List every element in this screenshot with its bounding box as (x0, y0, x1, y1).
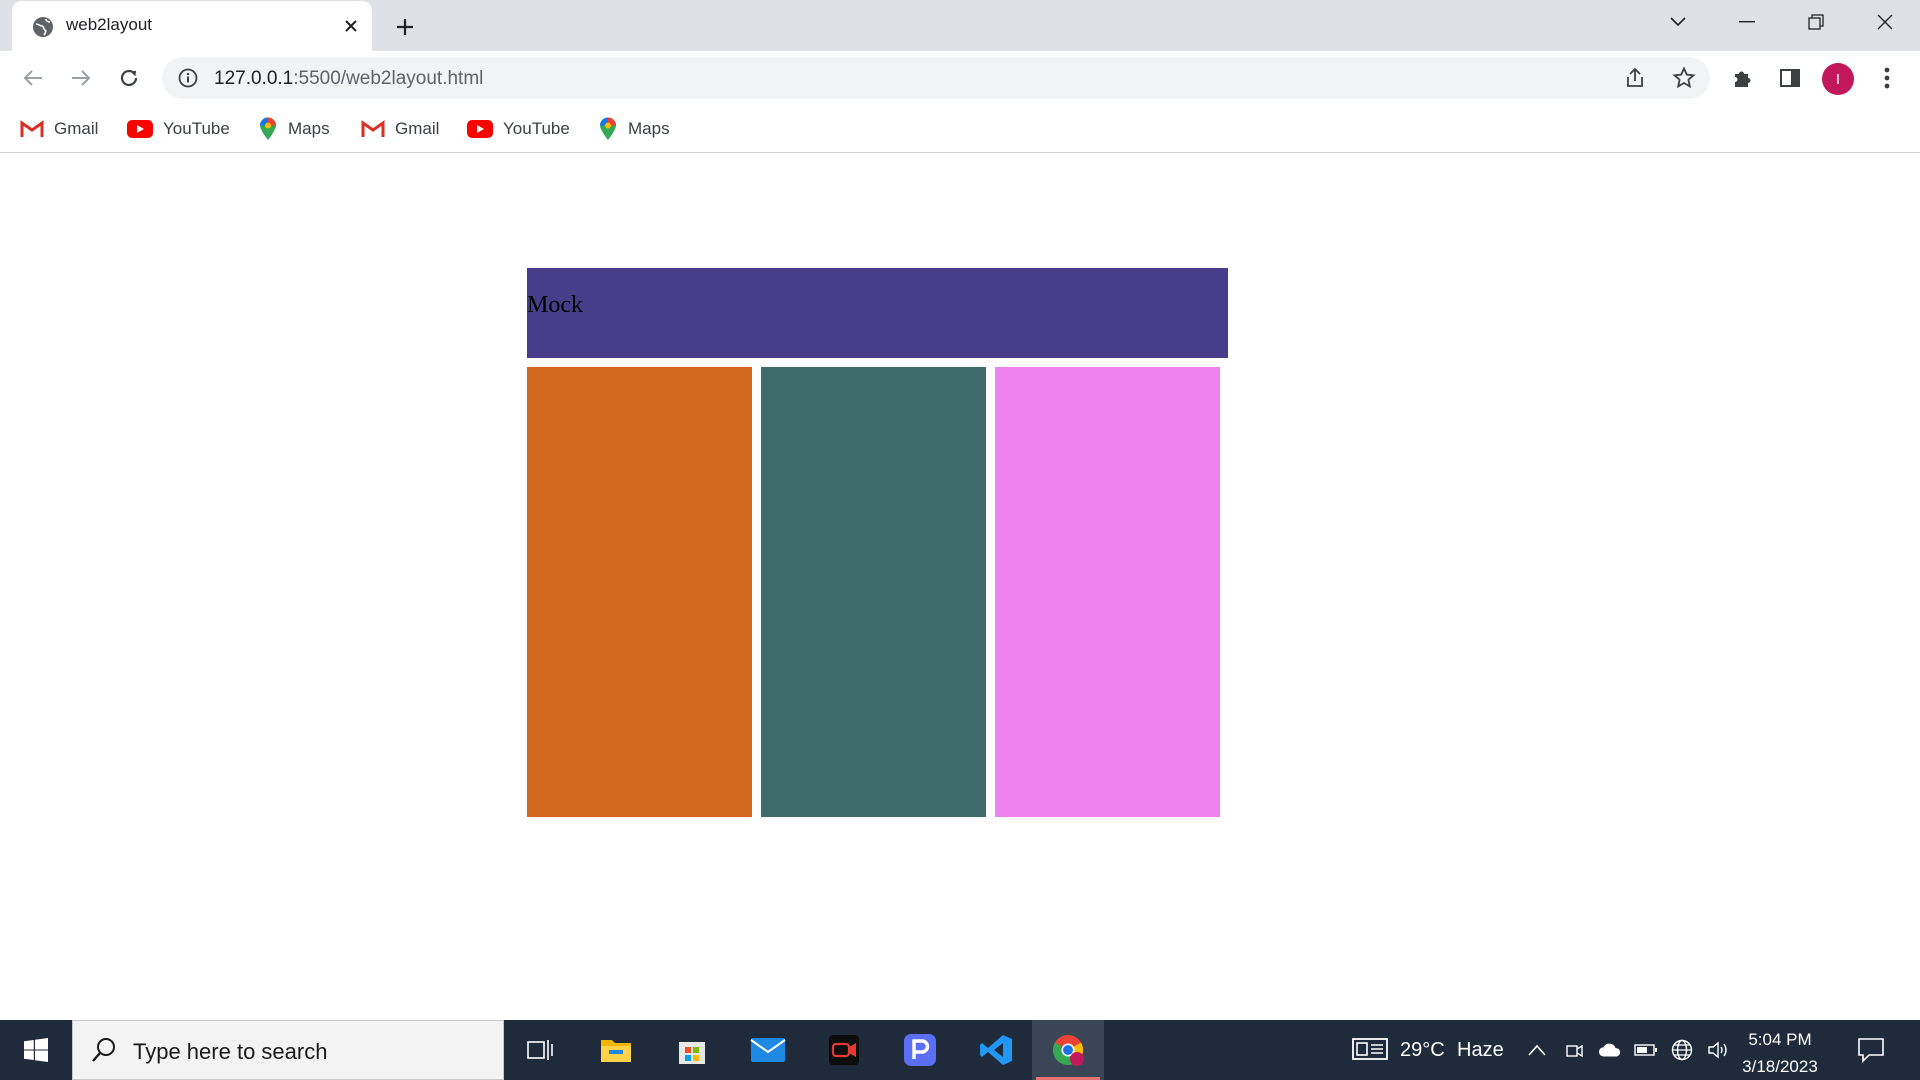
vscode-icon (980, 1035, 1012, 1065)
address-bar[interactable]: 127.0.0.1:5500/web2layout.html (162, 57, 1710, 99)
column-orange (527, 367, 752, 817)
gmail-icon (361, 120, 385, 137)
volume-icon[interactable] (1706, 1038, 1730, 1062)
mock-header: Mock (527, 268, 1228, 358)
column-violet (995, 367, 1220, 817)
p-app-icon (904, 1034, 936, 1066)
weather-condition[interactable]: Haze (1457, 1039, 1504, 1062)
gmail-icon (20, 120, 44, 137)
pin-app-button[interactable] (884, 1020, 956, 1080)
url-path: :5500/web2layout.html (293, 68, 484, 89)
minimize-button[interactable] (1713, 0, 1781, 44)
clock-time: 5:04 PM (1748, 1030, 1812, 1049)
tab-strip: web2layout (0, 0, 1920, 51)
mail-button[interactable] (732, 1020, 804, 1080)
back-arrow-icon[interactable] (16, 61, 50, 95)
file-explorer-button[interactable] (580, 1020, 652, 1080)
extensions-puzzle-icon[interactable] (1726, 61, 1760, 95)
mail-icon (750, 1038, 786, 1062)
tab-search-icon[interactable] (1644, 0, 1712, 44)
taskbar-search-box[interactable]: Type here to search (72, 1020, 504, 1080)
microsoft-store-button[interactable] (656, 1020, 728, 1080)
restore-button[interactable] (1782, 0, 1850, 44)
browser-toolbar: 127.0.0.1:5500/web2layout.html I (0, 51, 1920, 105)
browser-tab[interactable]: web2layout (12, 1, 372, 51)
taskbar-clock[interactable]: 5:04 PM 3/18/2023 (1730, 1026, 1830, 1080)
bookmark-maps[interactable]: Maps (258, 113, 330, 145)
bookmark-label: YouTube (163, 119, 230, 138)
folder-icon (601, 1040, 631, 1062)
url-text[interactable]: 127.0.0.1:5500/web2layout.html (214, 68, 483, 90)
bookmark-label: YouTube (503, 119, 570, 138)
windows-logo-icon (24, 1038, 48, 1062)
bookmark-gmail[interactable]: Gmail (20, 113, 98, 145)
vs-code-button[interactable] (960, 1020, 1032, 1080)
bookmark-youtube-2[interactable]: YouTube (467, 113, 570, 145)
page-viewport: Mock (0, 154, 1920, 1020)
bookmark-youtube[interactable]: YouTube (127, 113, 230, 145)
task-view-icon (527, 1040, 553, 1060)
store-icon (679, 1042, 705, 1064)
bookmark-maps-2[interactable]: Maps (598, 113, 670, 145)
bookmarks-bar: Gmail YouTube Maps Gmail YouTube Maps (0, 105, 1920, 153)
search-icon (91, 1037, 117, 1068)
maps-pin-icon (260, 117, 276, 140)
windows-taskbar: Type here to search 29°C Haze 5:04 PM 3/… (0, 1020, 1920, 1080)
chevron-up-icon[interactable] (1525, 1038, 1549, 1062)
recorder-icon (829, 1035, 859, 1065)
profile-avatar[interactable]: I (1822, 63, 1854, 95)
bookmark-label: Gmail (54, 119, 99, 138)
clock-date: 3/18/2023 (1742, 1057, 1818, 1076)
new-tab-button[interactable] (388, 10, 422, 44)
chrome-taskbar-button[interactable] (1032, 1020, 1104, 1080)
tab-title: web2layout (66, 15, 153, 34)
onedrive-icon[interactable] (1598, 1038, 1622, 1062)
chrome-icon (1052, 1035, 1084, 1066)
bookmark-gmail-2[interactable]: Gmail (361, 113, 439, 145)
bookmark-label: Gmail (395, 119, 440, 138)
close-window-button[interactable] (1851, 0, 1919, 44)
youtube-icon (467, 120, 493, 138)
weather-temp[interactable]: 29°C (1400, 1039, 1445, 1062)
youtube-icon (127, 120, 153, 138)
side-panel-icon[interactable] (1773, 61, 1807, 95)
start-button[interactable] (0, 1020, 72, 1080)
close-tab-icon[interactable] (338, 13, 364, 39)
screen-recorder-button[interactable] (808, 1020, 880, 1080)
site-info-icon[interactable] (178, 68, 198, 93)
globe-icon (32, 16, 54, 38)
bookmark-label: Maps (288, 119, 330, 138)
url-host: 127.0.0.1 (214, 68, 294, 89)
column-teal (761, 367, 986, 817)
search-placeholder: Type here to search (133, 1039, 328, 1064)
battery-icon[interactable] (1634, 1038, 1658, 1062)
reload-icon[interactable] (112, 61, 146, 95)
forward-arrow-icon[interactable] (64, 61, 98, 95)
network-globe-icon[interactable] (1670, 1038, 1694, 1062)
meet-now-icon[interactable] (1562, 1038, 1586, 1062)
weather-icon[interactable] (1352, 1036, 1388, 1067)
bookmark-star-icon[interactable] (1672, 66, 1696, 95)
share-icon[interactable] (1624, 67, 1646, 94)
bookmark-label: Maps (628, 119, 670, 138)
maps-pin-icon (600, 117, 616, 140)
task-view-button[interactable] (504, 1020, 576, 1080)
mock-header-text: Mock (527, 292, 583, 318)
more-menu-icon[interactable] (1870, 61, 1904, 95)
notification-icon[interactable] (1857, 1037, 1885, 1068)
